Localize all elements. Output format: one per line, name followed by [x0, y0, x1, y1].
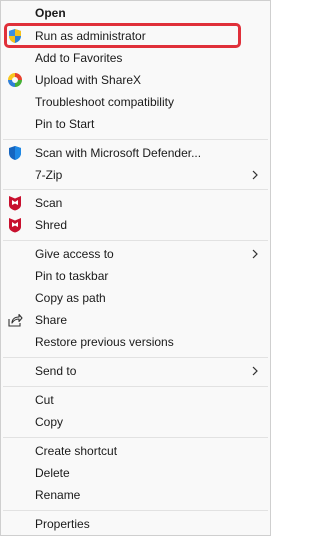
menu-item-label: Troubleshoot compatibility [35, 95, 174, 109]
menu-item-label: Share [35, 313, 68, 327]
menu-separator [3, 139, 268, 140]
menu-item-label: Scan with Microsoft Defender... [35, 146, 202, 160]
menu-item-label: Cut [35, 393, 54, 407]
menu-separator [3, 240, 268, 241]
menu-item-label: Copy as path [35, 291, 106, 305]
menu-separator [3, 510, 268, 511]
menu-item-properties[interactable]: Properties [3, 513, 268, 535]
menu-item-scan[interactable]: Scan [3, 192, 268, 214]
menu-item-share[interactable]: Share [3, 309, 268, 331]
menu-item-label: Upload with ShareX [35, 73, 142, 87]
menu-item-label: Properties [35, 517, 90, 531]
menu-item-label: Give access to [35, 247, 114, 261]
chevron-right-icon [252, 249, 258, 259]
menu-item-pin-to-start[interactable]: Pin to Start [3, 113, 268, 135]
menu-separator [3, 437, 268, 438]
menu-item-label: Delete [35, 466, 70, 480]
menu-item-label: Create shortcut [35, 444, 118, 458]
context-menu: Open Run as administrator Add to Favorit… [0, 0, 271, 536]
menu-item-label: Run as administrator [35, 29, 146, 43]
menu-item-label: Add to Favorites [35, 51, 123, 65]
uac-shield-icon [9, 29, 21, 43]
sharex-icon [8, 73, 22, 87]
menu-item-label: 7-Zip [35, 168, 63, 182]
menu-item-open[interactable]: Open [3, 2, 268, 24]
menu-item-pin-to-taskbar[interactable]: Pin to taskbar [3, 265, 268, 287]
menu-item-label: Pin to Start [35, 117, 95, 131]
menu-item-label: Scan [35, 196, 63, 210]
menu-item-restore-previous-versions[interactable]: Restore previous versions [3, 331, 268, 353]
menu-separator [3, 386, 268, 387]
menu-separator [3, 357, 268, 358]
menu-item-scan-with-defender[interactable]: Scan with Microsoft Defender... [3, 142, 268, 164]
menu-item-cut[interactable]: Cut [3, 389, 268, 411]
menu-item-7-zip[interactable]: 7-Zip [3, 164, 268, 186]
menu-item-label: Send to [35, 364, 77, 378]
menu-item-give-access-to[interactable]: Give access to [3, 243, 268, 265]
menu-item-run-as-administrator[interactable]: Run as administrator [3, 25, 268, 47]
menu-item-shred[interactable]: Shred [3, 214, 268, 236]
menu-item-label: Rename [35, 488, 81, 502]
mcafee-icon [9, 218, 21, 233]
menu-item-troubleshoot-compatibility[interactable]: Troubleshoot compatibility [3, 91, 268, 113]
menu-item-upload-with-sharex[interactable]: Upload with ShareX [3, 69, 268, 91]
defender-shield-icon [9, 146, 21, 160]
menu-item-rename[interactable]: Rename [3, 484, 268, 506]
menu-item-create-shortcut[interactable]: Create shortcut [3, 440, 268, 462]
mcafee-icon [9, 196, 21, 211]
menu-item-label: Copy [35, 415, 64, 429]
menu-item-copy-as-path[interactable]: Copy as path [3, 287, 268, 309]
menu-separator [3, 189, 268, 190]
menu-item-send-to[interactable]: Send to [3, 360, 268, 382]
menu-item-label: Pin to taskbar [35, 269, 109, 283]
menu-item-add-to-favorites[interactable]: Add to Favorites [3, 47, 268, 69]
chevron-right-icon [252, 366, 258, 376]
menu-item-copy[interactable]: Copy [3, 411, 268, 433]
chevron-right-icon [252, 170, 258, 180]
menu-item-label: Open [35, 6, 66, 20]
share-icon [8, 313, 23, 327]
menu-item-delete[interactable]: Delete [3, 462, 268, 484]
menu-item-label: Shred [35, 218, 68, 232]
menu-item-label: Restore previous versions [35, 335, 174, 349]
